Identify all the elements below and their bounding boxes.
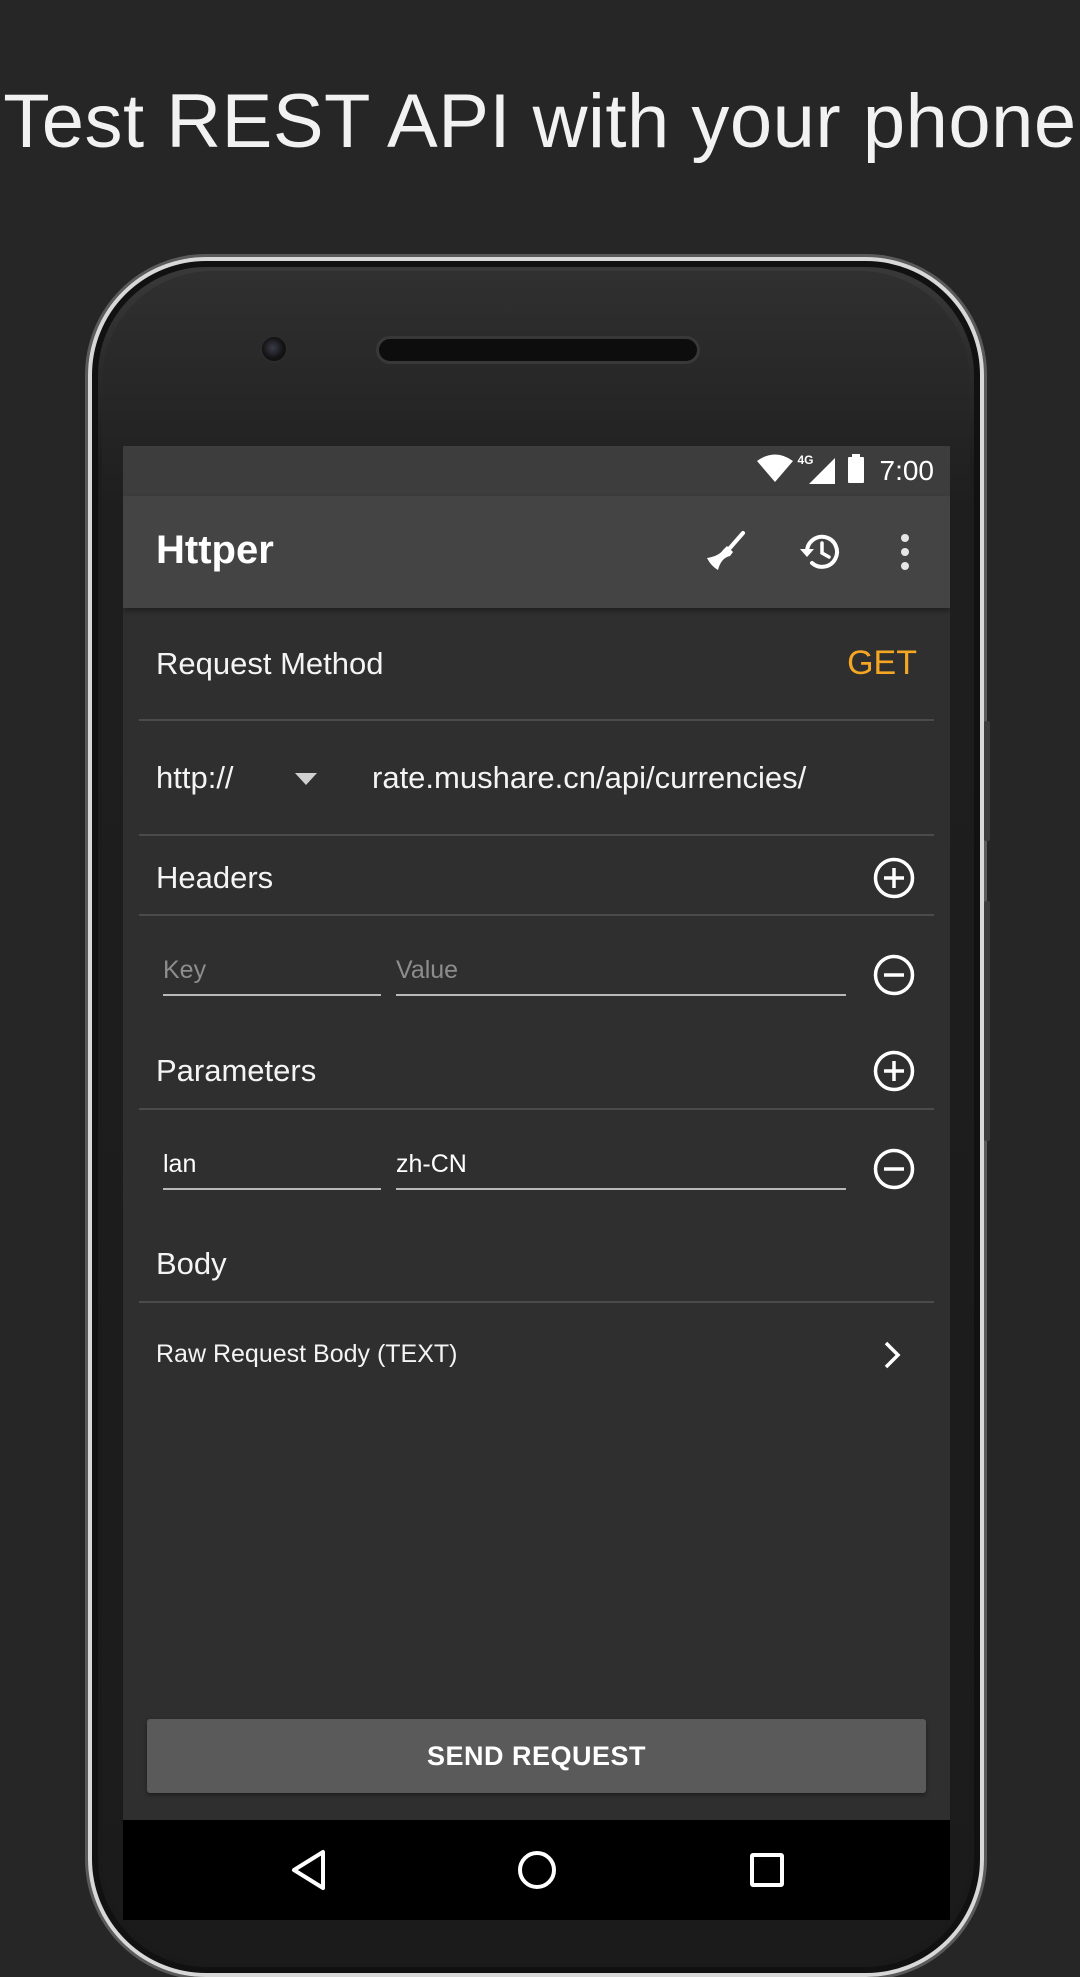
parameter-key-input[interactable]: lan	[163, 1142, 381, 1190]
phone-screen: 4G 7:00 Httper Request Method GET http:/…	[123, 446, 950, 1920]
header-key-input[interactable]: Key	[163, 948, 381, 996]
recents-icon	[750, 1853, 784, 1887]
plus-circle-icon	[873, 857, 915, 899]
chevron-down-icon[interactable]	[295, 772, 317, 790]
volume-button	[984, 721, 990, 841]
navigation-bar	[123, 1820, 950, 1920]
home-icon	[518, 1851, 556, 1889]
body-label: Body	[156, 1246, 227, 1281]
request-method-value[interactable]: GET	[847, 644, 917, 683]
earpiece-speaker	[376, 336, 700, 364]
status-time: 7:00	[879, 455, 935, 486]
recents-button[interactable]	[741, 1844, 793, 1896]
battery-icon	[846, 453, 866, 489]
header-value-input[interactable]: Value	[396, 948, 846, 996]
parameter-value-input[interactable]: zh-CN	[396, 1142, 846, 1190]
send-request-button[interactable]: SEND REQUEST	[147, 1719, 926, 1793]
remove-header-button[interactable]	[870, 951, 918, 999]
network-type-label: 4G	[797, 453, 814, 467]
raw-request-body-item[interactable]: Raw Request Body (TEXT)	[123, 1314, 950, 1404]
overflow-menu-icon	[901, 534, 909, 570]
clear-button[interactable]	[695, 522, 755, 582]
app-bar: Httper	[123, 496, 950, 608]
url-input[interactable]: rate.mushare.cn/api/currencies/	[372, 760, 806, 796]
protocol-select[interactable]: http://	[156, 760, 234, 796]
front-camera	[260, 335, 288, 363]
remove-parameter-button[interactable]	[870, 1145, 918, 1193]
broom-icon	[707, 531, 745, 570]
add-parameter-button[interactable]	[870, 1047, 918, 1095]
request-method-label: Request Method	[156, 646, 384, 681]
cell-signal-icon: 4G	[798, 453, 838, 486]
header-value-placeholder: Value	[396, 956, 459, 984]
divider	[139, 834, 934, 836]
status-indicators: 4G 7:00	[756, 453, 935, 489]
raw-request-body-label: Raw Request Body (TEXT)	[156, 1340, 458, 1368]
home-button[interactable]	[511, 1844, 563, 1896]
status-bar: 4G 7:00	[123, 446, 950, 496]
divider	[139, 914, 934, 916]
app-title: Httper	[156, 528, 274, 572]
divider	[139, 1301, 934, 1303]
minus-circle-icon	[873, 1148, 915, 1190]
overflow-menu-button[interactable]	[875, 522, 935, 582]
headers-label: Headers	[156, 860, 274, 895]
history-button[interactable]	[791, 522, 851, 582]
minus-circle-icon	[873, 954, 915, 996]
header-key-placeholder: Key	[163, 956, 207, 984]
plus-circle-icon	[873, 1050, 915, 1092]
divider	[139, 719, 934, 721]
back-icon	[292, 1850, 325, 1890]
power-button	[984, 901, 990, 1141]
back-button[interactable]	[283, 1844, 335, 1896]
divider	[139, 1108, 934, 1110]
wifi-icon	[756, 454, 794, 489]
history-icon	[800, 534, 839, 569]
promo-headline: Test REST API with your phone	[3, 79, 1077, 164]
parameters-label: Parameters	[156, 1053, 317, 1088]
add-header-button[interactable]	[870, 854, 918, 902]
chevron-right-icon	[883, 1340, 901, 1375]
